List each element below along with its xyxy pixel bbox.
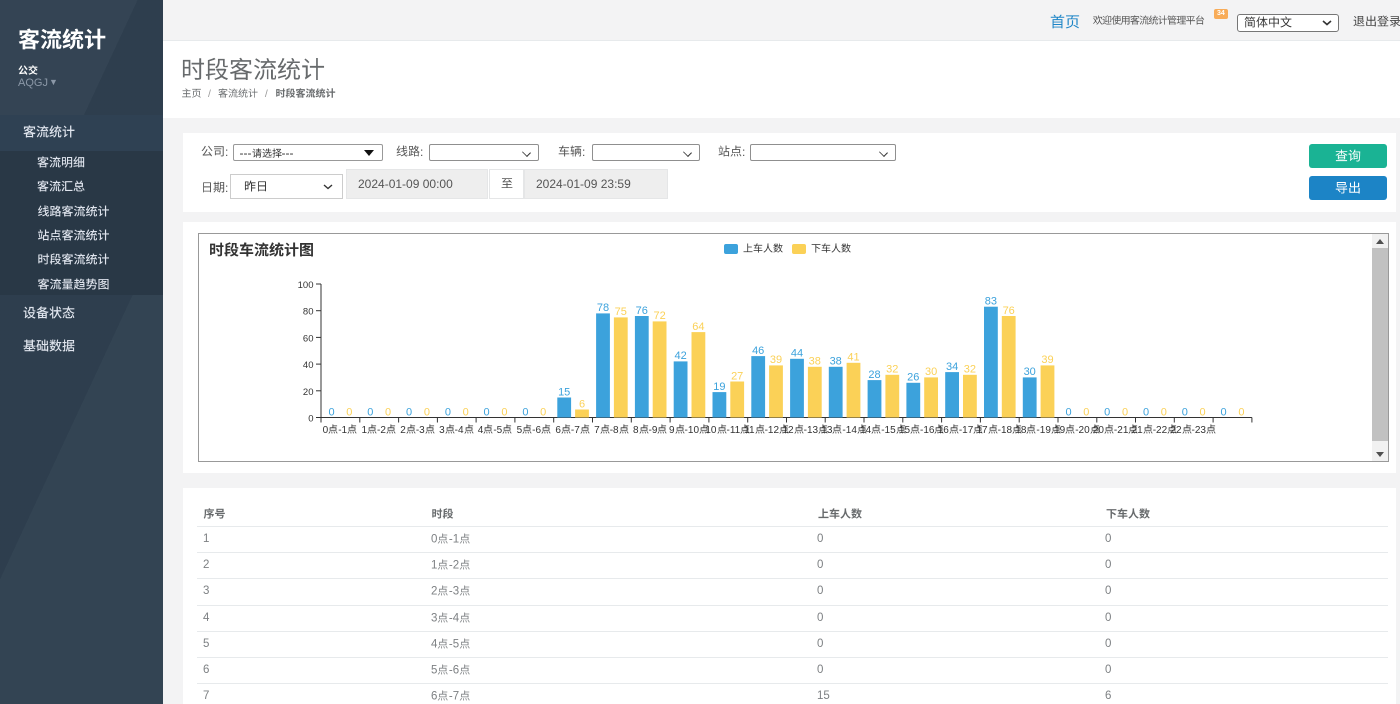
- svg-text:6: 6: [578, 398, 584, 410]
- svg-text:0: 0: [1199, 406, 1205, 418]
- svg-text:0: 0: [1238, 406, 1244, 418]
- svg-text:39: 39: [1041, 354, 1053, 366]
- svg-text:0: 0: [1083, 406, 1089, 418]
- svg-text:32: 32: [886, 363, 898, 375]
- svg-text:0: 0: [308, 413, 313, 424]
- svg-text:0: 0: [483, 406, 489, 418]
- svg-text:41: 41: [847, 351, 859, 363]
- svg-text:42: 42: [674, 350, 686, 362]
- svg-text:0: 0: [1104, 406, 1110, 418]
- svg-text:38: 38: [829, 355, 841, 367]
- svg-text:0: 0: [444, 406, 450, 418]
- svg-text:28: 28: [868, 368, 880, 380]
- svg-text:0: 0: [406, 406, 412, 418]
- svg-text:100: 100: [297, 280, 313, 291]
- svg-text:0: 0: [522, 406, 528, 418]
- svg-text:60: 60: [302, 333, 313, 344]
- svg-text:76: 76: [635, 304, 647, 316]
- svg-text:83: 83: [984, 295, 996, 307]
- svg-text:15: 15: [558, 386, 570, 398]
- svg-text:19: 19: [713, 380, 725, 392]
- svg-text:0: 0: [367, 406, 373, 418]
- svg-text:78: 78: [596, 302, 608, 314]
- svg-text:64: 64: [692, 320, 704, 332]
- svg-text:40: 40: [302, 360, 313, 371]
- svg-text:0: 0: [385, 406, 391, 418]
- svg-text:27: 27: [731, 370, 743, 382]
- svg-text:0: 0: [1220, 406, 1226, 418]
- svg-text:0: 0: [462, 406, 468, 418]
- svg-text:80: 80: [302, 306, 313, 317]
- svg-text:0: 0: [540, 406, 546, 418]
- svg-text:32: 32: [963, 363, 975, 375]
- svg-text:0: 0: [346, 406, 352, 418]
- svg-text:44: 44: [790, 347, 802, 359]
- svg-text:0: 0: [1142, 406, 1148, 418]
- svg-text:38: 38: [808, 355, 820, 367]
- svg-text:0: 0: [1160, 406, 1166, 418]
- svg-text:75: 75: [614, 306, 626, 318]
- svg-text:26: 26: [907, 371, 919, 383]
- svg-text:0: 0: [1065, 406, 1071, 418]
- svg-text:0: 0: [501, 406, 507, 418]
- svg-text:0: 0: [328, 406, 334, 418]
- svg-text:20: 20: [302, 386, 313, 397]
- svg-text:72: 72: [653, 310, 665, 322]
- svg-text:34: 34: [945, 360, 957, 372]
- svg-text:39: 39: [769, 354, 781, 366]
- svg-text:0: 0: [1181, 406, 1187, 418]
- svg-text:46: 46: [752, 344, 764, 356]
- svg-text:30: 30: [924, 366, 936, 378]
- svg-text:0: 0: [423, 406, 429, 418]
- svg-text:30: 30: [1023, 366, 1035, 378]
- svg-text:0: 0: [1121, 406, 1127, 418]
- svg-text:76: 76: [1002, 304, 1014, 316]
